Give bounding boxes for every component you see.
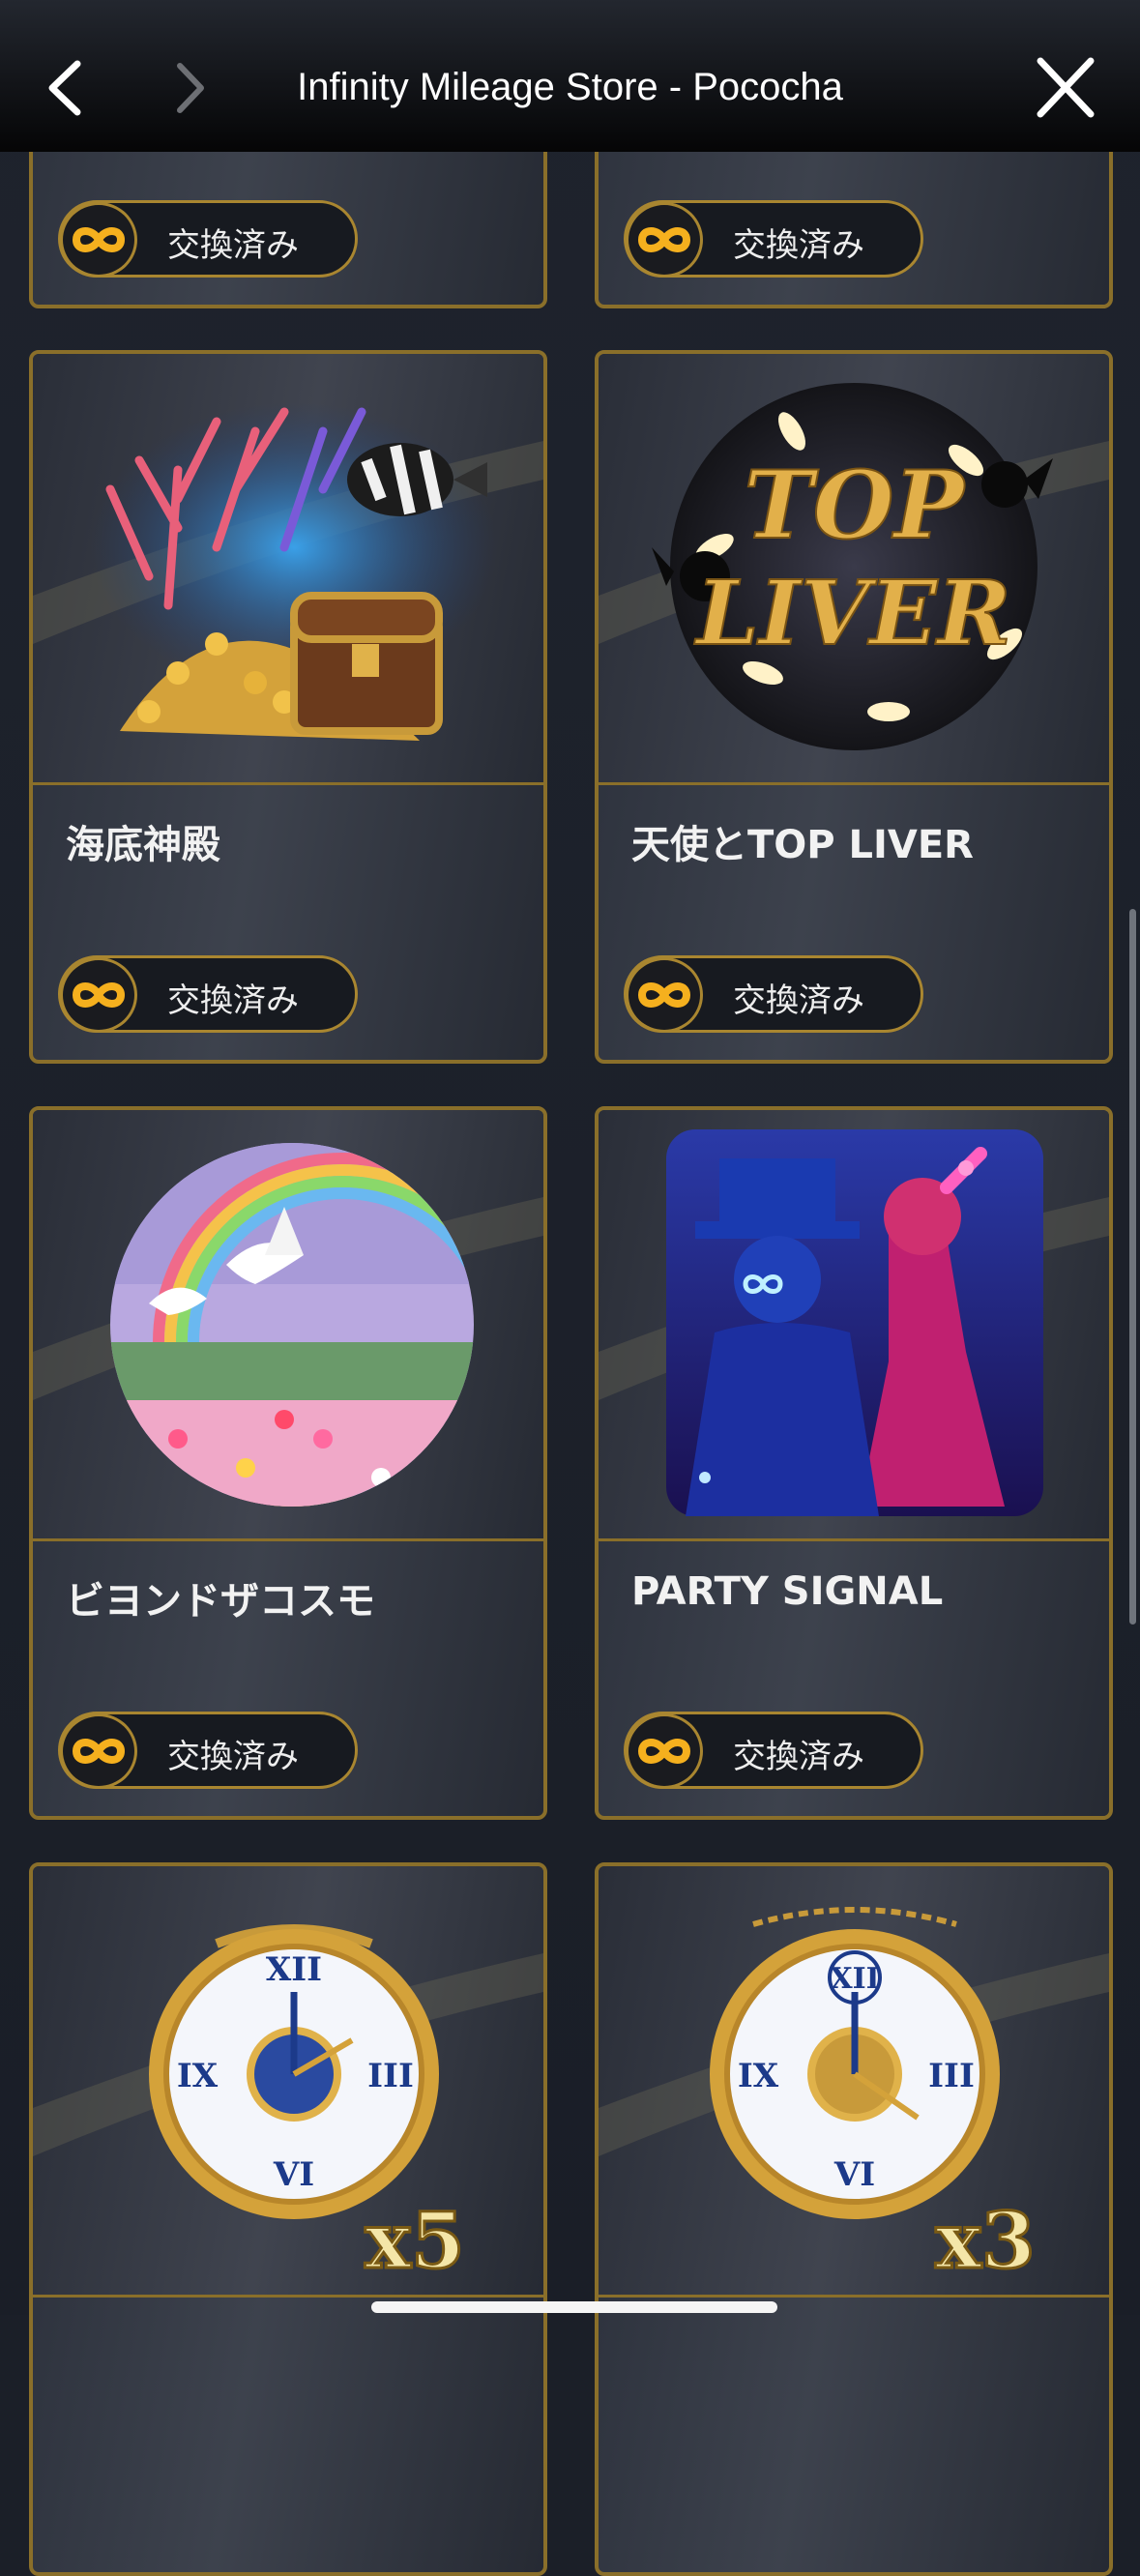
- item-card[interactable]: ビヨンドザコスモ 交換済み: [29, 1106, 547, 1820]
- infinity-icon: [626, 957, 703, 1033]
- status-badge: 交換済み: [624, 200, 923, 278]
- svg-text:IX: IX: [738, 2057, 779, 2095]
- item-art: [599, 1110, 1109, 1541]
- item-card[interactable]: XII III IX VI x5: [29, 1862, 547, 2576]
- item-card[interactable]: 海底神殿 交換済み: [29, 350, 547, 1064]
- status-label: 交換済み: [167, 1738, 299, 1776]
- svg-text:IX: IX: [177, 2057, 219, 2095]
- art-text-top: TOP: [744, 451, 966, 560]
- item-card[interactable]: PARTY SIGNAL 交換済み: [595, 1106, 1113, 1820]
- svg-text:VI: VI: [833, 2155, 875, 2194]
- item-art: XII III IX VI x3: [599, 1866, 1109, 2298]
- status-label: 交換済み: [733, 1738, 864, 1776]
- item-art: XII III IX VI x5: [33, 1866, 543, 2298]
- top-liver-angels-icon: TOP LIVER: [599, 383, 1109, 750]
- svg-text:III: III: [367, 2057, 414, 2095]
- infinity-icon: [60, 202, 137, 278]
- svg-text:VI: VI: [273, 2155, 314, 2194]
- chevron-left-icon[interactable]: [39, 56, 93, 120]
- item-title: PARTY SIGNAL: [631, 1569, 944, 1614]
- status-label: 交換済み: [167, 981, 299, 1020]
- item-title: ビヨンドザコスモ: [66, 1579, 375, 1624]
- item-art: [33, 1110, 543, 1541]
- item-card[interactable]: XII III IX VI x3: [595, 1862, 1113, 2576]
- svg-text:XII: XII: [830, 1962, 879, 1996]
- browser-header: Infinity Mileage Store - Pococha: [0, 0, 1140, 152]
- item-title: 海底神殿: [66, 823, 220, 867]
- item-card[interactable]: TOP LIVER 天使とTOP LIVER 交換済み: [595, 350, 1113, 1064]
- svg-text:III: III: [928, 2057, 975, 2095]
- item-art: TOP LIVER: [599, 354, 1109, 785]
- art-text-liver: LIVER: [693, 561, 1011, 665]
- status-badge: 交換済み: [624, 1712, 923, 1789]
- infinity-icon: [60, 1713, 137, 1789]
- status-label: 交換済み: [733, 981, 864, 1020]
- status-label: 交換済み: [733, 226, 864, 265]
- close-icon[interactable]: [1031, 56, 1100, 120]
- pocket-watch-icon: XII III IX VI x5: [33, 1924, 543, 2288]
- status-badge: 交換済み: [58, 955, 358, 1033]
- item-art: [33, 354, 543, 785]
- treasure-chest-icon: [33, 402, 543, 741]
- home-indicator[interactable]: [371, 2301, 777, 2313]
- scrollbar[interactable]: [1129, 909, 1136, 1625]
- status-badge: 交換済み: [58, 1712, 358, 1789]
- page-title: Infinity Mileage Store - Pococha: [297, 66, 843, 108]
- status-badge: 交換済み: [624, 955, 923, 1033]
- infinity-icon: [626, 1713, 703, 1789]
- infinity-icon: [626, 202, 703, 278]
- item-title: 天使とTOP LIVER: [631, 823, 974, 867]
- status-label: 交換済み: [167, 226, 299, 265]
- status-badge: 交換済み: [58, 200, 358, 278]
- multiplier-label: x5: [365, 2195, 464, 2286]
- multiplier-label: x3: [935, 2195, 1035, 2286]
- svg-text:XII: XII: [266, 1950, 322, 1989]
- party-dancers-icon: [599, 1129, 1109, 1516]
- pocket-watch-icon: XII III IX VI x3: [599, 1907, 1109, 2288]
- infinity-icon: [60, 957, 137, 1033]
- rainbow-doves-icon: [33, 1143, 543, 1507]
